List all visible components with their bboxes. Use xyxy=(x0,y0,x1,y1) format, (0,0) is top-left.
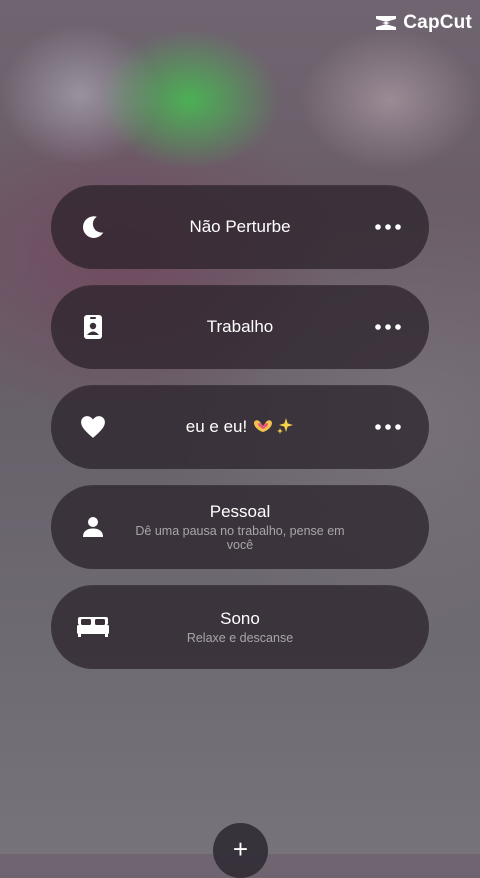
focus-tile-sono[interactable]: Sono Relaxe e descanse xyxy=(51,585,429,669)
focus-tile-trabalho[interactable]: Trabalho xyxy=(51,285,429,369)
heart-icon xyxy=(75,409,111,445)
focus-subtitle: Dê uma pausa no trabalho, pense em você xyxy=(135,524,345,552)
id-badge-icon xyxy=(75,309,111,345)
focus-subtitle: Relaxe e descanse xyxy=(186,631,294,645)
person-icon xyxy=(75,509,111,545)
bed-icon xyxy=(75,609,111,645)
focus-title: eu e eu! xyxy=(185,417,248,436)
focus-title: Trabalho xyxy=(206,317,274,336)
ellipsis-icon xyxy=(375,424,401,430)
focus-tile-nao-perturbe[interactable]: Não Perturbe xyxy=(51,185,429,269)
focus-title: Pessoal xyxy=(209,502,271,521)
plus-icon: + xyxy=(232,834,249,864)
more-options-button[interactable] xyxy=(371,412,405,442)
add-focus-button[interactable]: + xyxy=(213,823,268,878)
more-options-button[interactable] xyxy=(371,212,405,242)
capcut-logo-icon xyxy=(376,16,397,30)
ellipsis-icon xyxy=(375,324,401,330)
ellipsis-icon xyxy=(375,224,401,230)
heart-hands-emoji xyxy=(254,420,273,432)
focus-title: Sono xyxy=(220,609,260,628)
focus-tile-eu-e-eu[interactable]: eu e eu! xyxy=(51,385,429,469)
capcut-watermark: CapCut xyxy=(374,12,472,34)
more-options-button[interactable] xyxy=(371,312,405,342)
watermark-text: CapCut xyxy=(403,12,472,33)
focus-tile-pessoal[interactable]: Pessoal Dê uma pausa no trabalho, pense … xyxy=(51,485,429,569)
focus-title: Não Perturbe xyxy=(189,217,291,236)
moon-icon xyxy=(75,209,111,245)
sparkles-emoji xyxy=(277,418,294,434)
focus-mode-list: Não Perturbe Trabalho eu e eu! Pessoal D… xyxy=(51,185,429,685)
